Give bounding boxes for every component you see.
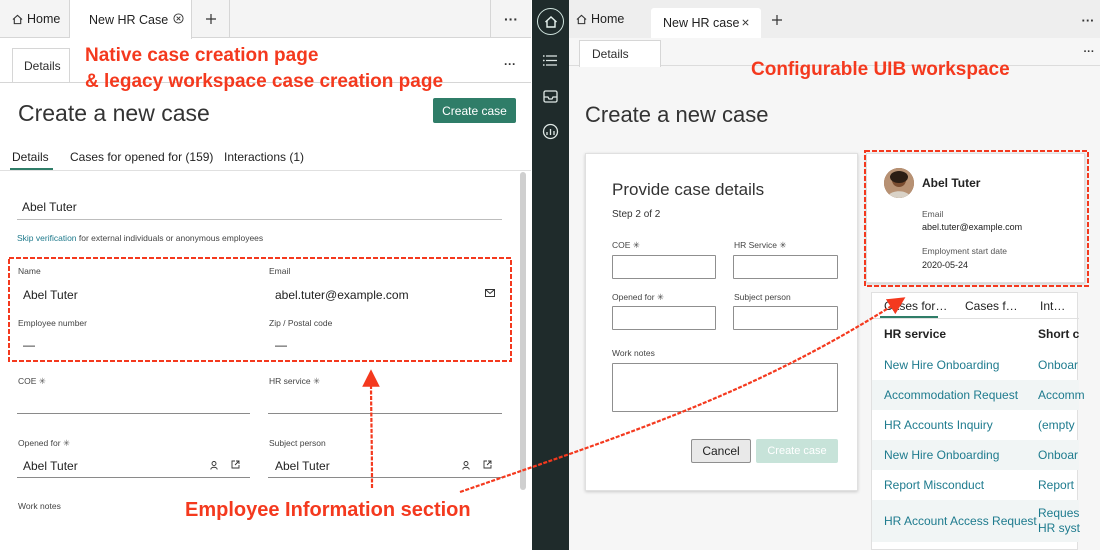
arrow-to-profile-card [459,297,906,494]
employee-info-highlight-box [8,257,512,362]
annotation-employee-section: Employee Information section [185,499,471,521]
annotation-uib: Configurable UIB workspace [751,59,1010,80]
annotation-native-line1: Native case creation page [85,45,319,66]
arrow-to-employee-info [362,369,380,489]
profile-card-highlight-box [864,150,1089,287]
annotation-native-line2: & legacy workspace case creation page [85,71,444,92]
